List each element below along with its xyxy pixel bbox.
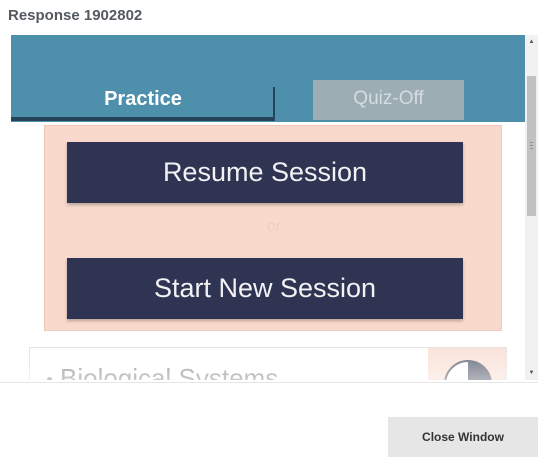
content-frame: Practice Quiz-Off Resume Session or Star… [11,35,525,380]
scroll-thumb[interactable] [527,76,536,216]
pie-chart-icon [444,360,492,380]
topic-progress-badge [428,348,506,380]
tab-practice[interactable]: Practice [11,83,275,121]
session-panel: Resume Session or Start New Session [44,125,502,331]
footer-divider [0,382,538,383]
tab-quiz-off[interactable]: Quiz-Off [313,80,464,120]
dialog-title: Response 1902802 [8,7,143,24]
start-new-session-button[interactable]: Start New Session [67,258,463,319]
topic-title: Biological Systems [46,363,278,380]
grip-line [530,148,533,149]
topic-card[interactable]: Biological Systems [29,347,507,380]
resume-session-button[interactable]: Resume Session [67,142,463,203]
header-band: Practice Quiz-Off [11,35,525,122]
or-separator: or [266,218,282,235]
grip-line [530,145,533,146]
scrollbar[interactable]: ▲ ▼ [525,35,538,380]
grip-line [530,142,533,143]
scroll-down-arrow-icon[interactable]: ▼ [525,366,538,380]
close-window-button[interactable]: Close Window [388,417,538,457]
scroll-up-arrow-icon[interactable]: ▲ [525,35,538,49]
